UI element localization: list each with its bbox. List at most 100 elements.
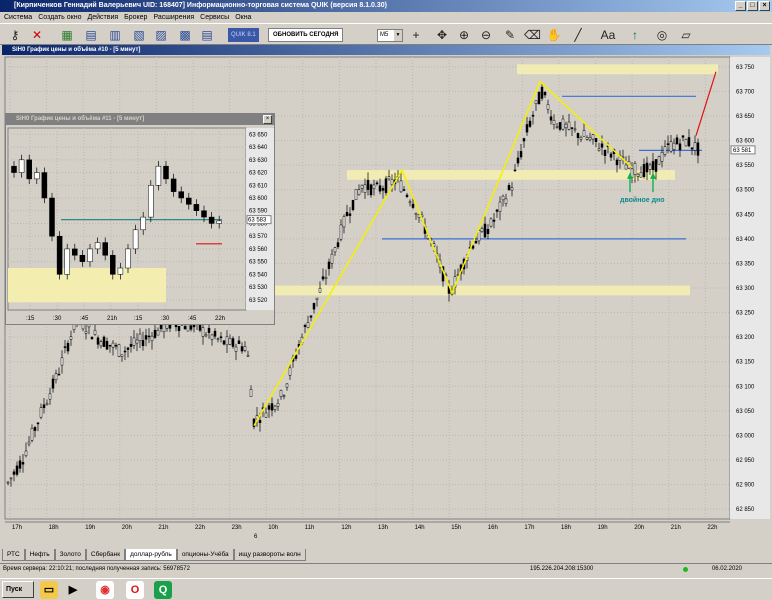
quotes-icon[interactable]: ▧ xyxy=(130,27,148,43)
chrome-icon[interactable]: ◉ xyxy=(96,581,114,599)
menu-item[interactable]: Действия xyxy=(87,12,118,23)
candle-body xyxy=(561,118,565,130)
maximize-button[interactable]: □ xyxy=(747,1,758,11)
candle-body xyxy=(315,297,319,300)
candle-body xyxy=(318,287,322,293)
candle-body xyxy=(285,383,289,388)
menu-item[interactable]: Брокер xyxy=(124,12,147,23)
candle-body xyxy=(681,135,685,138)
candle-body xyxy=(36,422,40,425)
portfolio-icon[interactable]: ▤ xyxy=(198,27,216,43)
eraser-icon[interactable]: ⌫ xyxy=(524,27,541,43)
chart-icon[interactable]: ▥ xyxy=(106,27,124,43)
candle-body xyxy=(312,302,316,310)
candle-body xyxy=(360,184,364,189)
candle-body xyxy=(189,325,193,330)
y-tick-label: 63 150 xyxy=(736,360,755,366)
candle-body xyxy=(162,324,166,333)
crosshair-icon[interactable]: + xyxy=(408,27,424,43)
delete-drawings-icon[interactable]: ▱ xyxy=(678,27,694,43)
candle-body xyxy=(522,138,526,142)
zoom-out-icon[interactable]: ⊖ xyxy=(478,27,494,43)
candle-body xyxy=(528,120,532,127)
candle-body xyxy=(603,150,607,156)
chart-tab[interactable]: Сбербанк xyxy=(85,549,126,561)
candle-body xyxy=(213,330,217,337)
orders-icon[interactable]: ▨ xyxy=(152,27,170,43)
y-tick-label: 63 450 xyxy=(736,212,755,218)
menu-item[interactable]: Сервисы xyxy=(200,12,229,23)
menu-item[interactable]: Создать окно xyxy=(38,12,81,23)
candle-body xyxy=(178,191,184,199)
chart-tab[interactable]: ищу развороты волн xyxy=(233,549,306,561)
chart-window-icon[interactable]: ▤ xyxy=(82,27,100,43)
x-tick-label: 19h xyxy=(598,525,608,531)
y-tick-label: 63 600 xyxy=(249,196,268,202)
candle-body xyxy=(207,327,211,333)
quik-version-button[interactable]: QUIK 8.1 xyxy=(228,28,259,42)
menu-item[interactable]: Система xyxy=(4,12,32,23)
zoom-in-icon[interactable]: ⊕ xyxy=(456,27,472,43)
timeframe-select[interactable]: M5 ▼ xyxy=(377,29,403,42)
chart-tab[interactable]: Нефть xyxy=(24,549,55,561)
pencil-icon[interactable]: ✎ xyxy=(502,27,518,43)
y-tick-label: 63 600 xyxy=(736,139,755,145)
minimize-button[interactable]: _ xyxy=(735,1,746,11)
y-tick-label: 63 700 xyxy=(736,89,755,95)
y-tick-label: 63 500 xyxy=(736,188,755,194)
candle-body xyxy=(306,322,310,328)
candle-body xyxy=(324,277,328,279)
hide-icon[interactable]: ◎ xyxy=(654,27,670,43)
candle-body xyxy=(678,143,682,151)
key-icon[interactable]: ⚷ xyxy=(6,27,24,43)
candle-body xyxy=(507,185,511,190)
candle-body xyxy=(288,367,292,376)
folder-icon[interactable]: ▭ xyxy=(40,581,58,599)
candle-body xyxy=(489,218,493,227)
candle-body xyxy=(228,338,232,345)
close-button[interactable]: × xyxy=(759,1,770,11)
candle-body xyxy=(21,462,25,465)
y-tick-label: 63 300 xyxy=(736,286,755,292)
candle-body xyxy=(18,159,25,173)
chart-tab[interactable]: РТС xyxy=(2,549,25,561)
chart-tab[interactable]: опционы-Учёба xyxy=(176,549,234,561)
line-tool-icon[interactable]: ╱ xyxy=(570,27,586,43)
x-tick-label: 15h xyxy=(451,525,461,531)
close-icon[interactable]: × xyxy=(263,115,272,124)
move-icon[interactable]: ✥ xyxy=(434,27,450,43)
candle-body xyxy=(72,248,78,256)
chart-tab[interactable]: доллар-рубль xyxy=(125,549,177,561)
text-tool-icon[interactable]: Aa xyxy=(598,27,618,43)
hand-icon[interactable]: ✋ xyxy=(546,27,562,43)
arrow-up-icon[interactable]: ↑ xyxy=(628,27,642,43)
y-tick-label: 63 640 xyxy=(249,145,268,151)
menu-item[interactable]: Расширения xyxy=(153,12,194,23)
candle-body xyxy=(405,194,409,197)
y-tick-label: 63 650 xyxy=(736,114,755,120)
opera-icon[interactable]: O xyxy=(126,581,144,599)
day-label: 6 xyxy=(254,534,258,540)
candle-body xyxy=(552,120,556,125)
candle-body xyxy=(402,189,406,191)
candle-body xyxy=(645,162,649,173)
candle-body xyxy=(140,216,146,231)
disconnect-icon[interactable]: ✕ xyxy=(28,27,46,43)
sub-chart-window[interactable]: SiH0 График цены и объёма #11 - [5 минут… xyxy=(5,113,275,325)
candle-body xyxy=(201,210,207,218)
update-today-button[interactable]: ОБНОВИТЬ СЕГОДНЯ xyxy=(268,28,344,42)
new-table-icon[interactable]: ▦ xyxy=(58,27,76,43)
candle-body xyxy=(270,403,274,411)
quik-app-icon[interactable]: Q xyxy=(154,581,172,599)
start-button[interactable]: Пуск xyxy=(2,581,34,598)
chart-tab[interactable]: Золото xyxy=(54,549,86,561)
menu-item[interactable]: Окна xyxy=(235,12,251,23)
media-icon[interactable]: ▶ xyxy=(64,581,82,599)
trades-icon[interactable]: ▩ xyxy=(176,27,194,43)
sub-chart[interactable]: 63 650 63 640 63 630 63 620 63 610 63 600 63 5… xyxy=(6,126,274,324)
x-tick-label: 20h xyxy=(634,525,644,531)
candle-body xyxy=(594,138,598,142)
y-tick-label: 63 550 xyxy=(249,260,268,266)
support-zone xyxy=(347,170,675,180)
window-title: [Кирпиченков Геннадий Валерьевич UID: 16… xyxy=(14,2,387,9)
